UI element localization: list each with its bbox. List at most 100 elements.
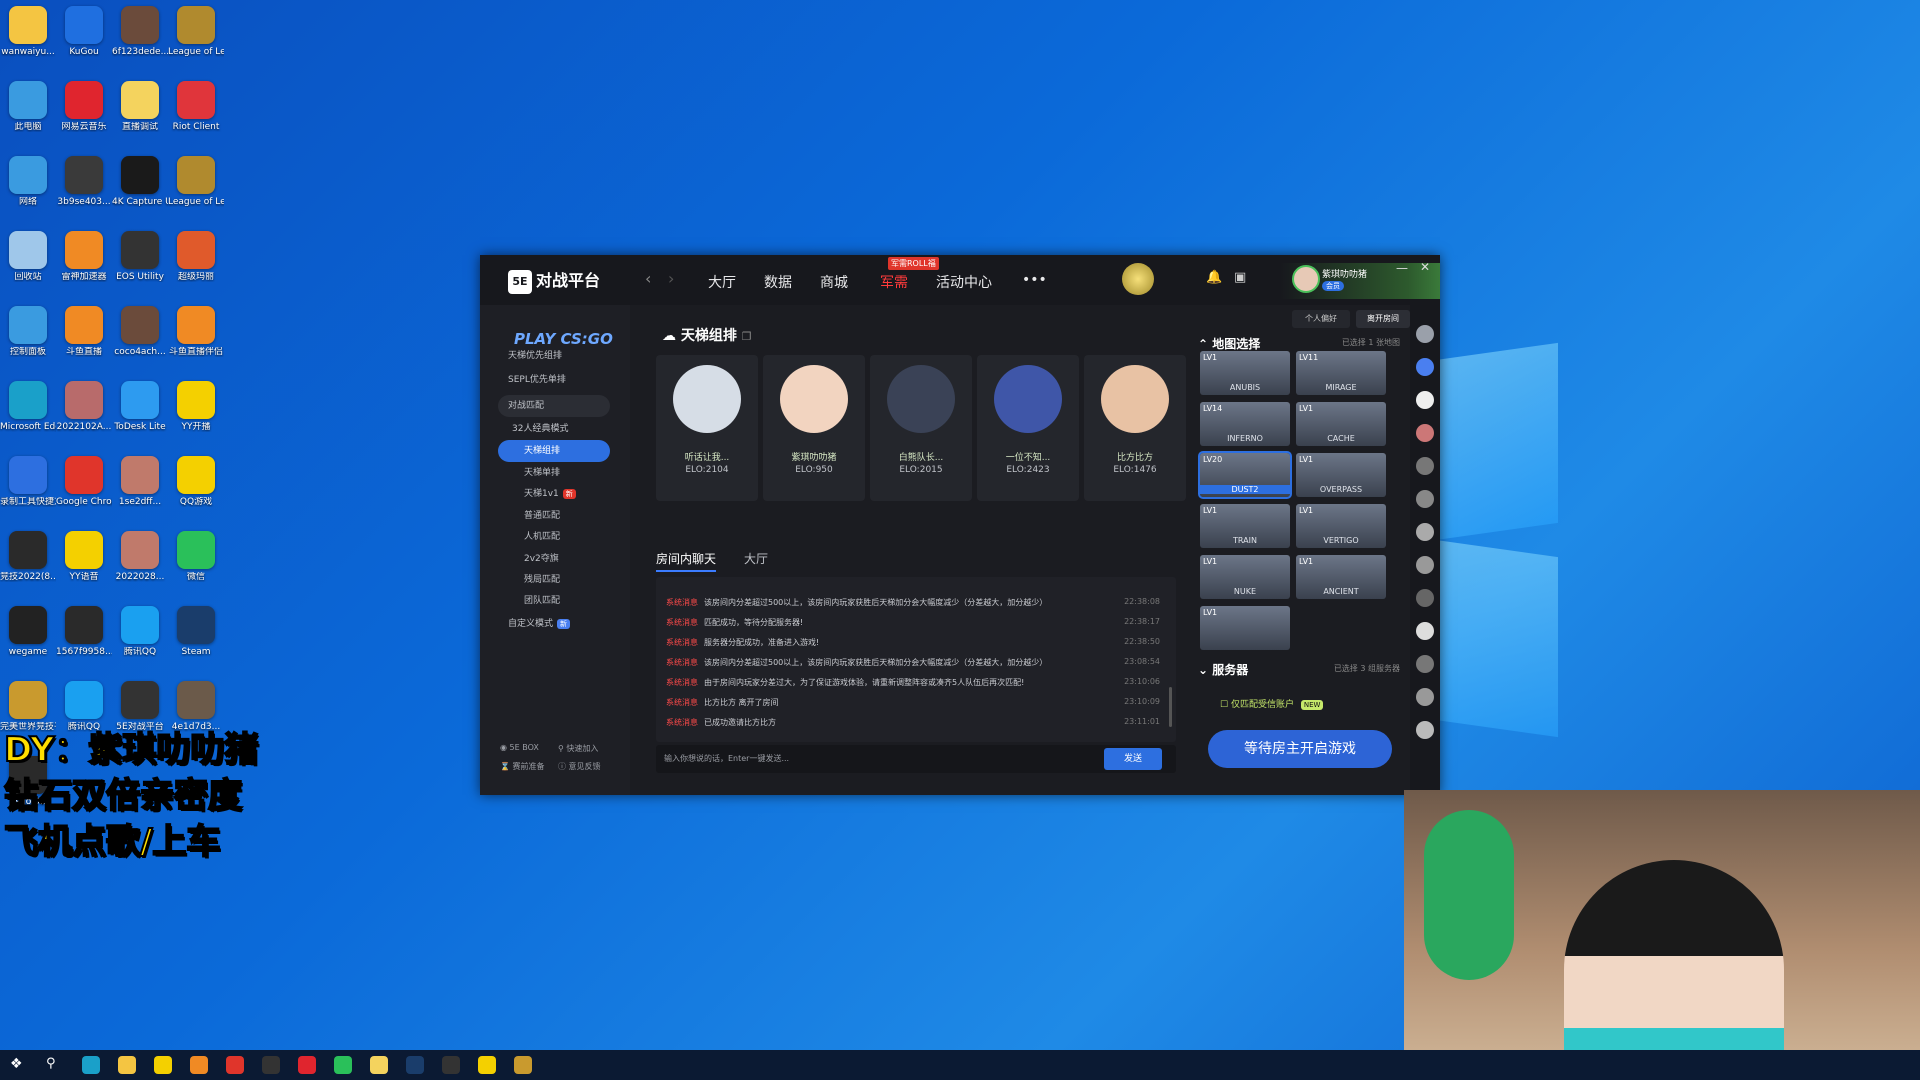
tab-lobby-chat[interactable]: 大厅	[744, 550, 768, 567]
friend-avatar[interactable]	[1416, 688, 1434, 706]
start-game-button[interactable]: 等待房主开启游戏	[1208, 730, 1392, 768]
taskbar-folder-icon[interactable]	[118, 1056, 136, 1074]
trusted-account-checkbox[interactable]: ☐ 仅匹配受信账户 NEW	[1220, 697, 1324, 710]
map-tile[interactable]: LV14 INFERNO	[1200, 402, 1290, 446]
footer-quick-join[interactable]: ⚲ 快速加入	[558, 743, 598, 754]
user-avatar[interactable]	[1292, 265, 1320, 293]
map-tile[interactable]: LV1 OVERPASS	[1296, 453, 1386, 497]
desktop-icon[interactable]: 录制工具快捷方式	[0, 456, 56, 507]
footer-feedback[interactable]: ⓘ 意见反馈	[558, 761, 601, 772]
desktop-icon[interactable]: Riot Client	[168, 81, 224, 132]
nav-lobby[interactable]: 大厅	[708, 272, 736, 292]
map-tile[interactable]: LV1 TRAIN	[1200, 504, 1290, 548]
desktop-icon[interactable]: 雷神加速器	[56, 231, 112, 282]
friend-avatar[interactable]	[1416, 655, 1434, 673]
taskbar-netease-icon[interactable]	[298, 1056, 316, 1074]
friend-avatar[interactable]	[1416, 490, 1434, 508]
sidebar-item[interactable]: 团队匹配	[498, 590, 610, 612]
copy-icon[interactable]: ❐	[742, 330, 752, 343]
sidebar-item[interactable]: 人机匹配	[498, 526, 610, 548]
desktop-icon[interactable]: 网络	[0, 156, 56, 207]
desktop-icon[interactable]: 斗鱼直播	[56, 306, 112, 357]
desktop-icon[interactable]: League of Legends...	[168, 156, 224, 207]
minimize-icon[interactable]: —	[1396, 261, 1408, 275]
sidebar-item[interactable]: 普通匹配	[498, 505, 610, 527]
desktop-icon[interactable]: Microsoft Edge	[0, 381, 56, 432]
friend-avatar[interactable]	[1416, 358, 1434, 376]
taskbar-yy2-icon[interactable]	[478, 1056, 496, 1074]
desktop-icon[interactable]: 6f123dede...	[112, 6, 168, 57]
friend-avatar[interactable]	[1416, 391, 1434, 409]
desktop-icon[interactable]: 竞技2022(8...	[0, 531, 56, 582]
close-icon[interactable]: ✕	[1420, 260, 1430, 274]
desktop-icon[interactable]: 1se2dff...	[112, 456, 168, 507]
desktop-icon[interactable]: YY语音	[56, 531, 112, 582]
friend-avatar[interactable]	[1416, 523, 1434, 541]
chat-input[interactable]: 输入你想说的话，Enter一键发送... 发送	[656, 745, 1176, 773]
leave-room-button[interactable]: 离开房间	[1356, 310, 1410, 328]
desktop-icon[interactable]: YY开播	[168, 381, 224, 432]
desktop-icon[interactable]: Google Chrome	[56, 456, 112, 507]
desktop-icon[interactable]: 1567f9958...	[56, 606, 112, 657]
footer-prep[interactable]: ⌛ 赛前准备	[500, 761, 545, 772]
desktop-icon[interactable]: 此电脑	[0, 81, 56, 132]
map-tile[interactable]: LV11 MIRAGE	[1296, 351, 1386, 395]
bell-icon[interactable]: 🔔	[1206, 270, 1222, 285]
nav-supply[interactable]: 军需	[880, 272, 908, 292]
friend-avatar[interactable]	[1416, 325, 1434, 343]
back-arrow-icon[interactable]: ‹	[645, 269, 651, 288]
friend-avatar[interactable]	[1416, 556, 1434, 574]
sidebar-item[interactable]: 自定义模式新	[498, 613, 610, 635]
map-tile[interactable]: LV1 VERTIGO	[1296, 504, 1386, 548]
friend-avatar[interactable]	[1416, 622, 1434, 640]
desktop-icon[interactable]: 斗鱼直播伴侣	[168, 306, 224, 357]
start-icon[interactable]: ❖	[10, 1056, 23, 1072]
player-card[interactable]: 一位不知... ELO:2423	[977, 355, 1079, 501]
nav-data[interactable]: 数据	[764, 272, 792, 292]
taskbar-game-icon[interactable]	[370, 1056, 388, 1074]
desktop-icon[interactable]: League of Legends...	[168, 6, 224, 57]
desktop-icon[interactable]: coco4ach...	[112, 306, 168, 357]
player-card[interactable]: 比方比方 ELO:1476	[1084, 355, 1186, 501]
desktop-icon[interactable]: KuGou	[56, 6, 112, 57]
search-icon[interactable]: ⚲	[46, 1056, 56, 1071]
nav-store[interactable]: 商城	[820, 272, 848, 292]
friend-avatar[interactable]	[1416, 589, 1434, 607]
desktop-icon[interactable]: wanwaiyu...	[0, 6, 56, 57]
desktop-icon[interactable]: 4K Capture Utility	[112, 156, 168, 207]
nav-more-icon[interactable]: •••	[1022, 272, 1047, 288]
tab-room-chat[interactable]: 房间内聊天	[656, 550, 717, 572]
desktop-icon[interactable]: wegame	[0, 606, 56, 657]
friend-avatar[interactable]	[1416, 457, 1434, 475]
desktop-icon[interactable]: 控制面板	[0, 306, 56, 357]
event-badge-icon[interactable]	[1122, 263, 1154, 295]
user-name[interactable]: 紫琪叻叻猪	[1322, 267, 1367, 280]
preference-button[interactable]: 个人偏好	[1292, 310, 1350, 328]
map-tile[interactable]: LV1 ANCIENT	[1296, 555, 1386, 599]
desktop-icon[interactable]: 2022102A...	[56, 381, 112, 432]
player-card[interactable]: 紫琪叻叻猪 ELO:950	[763, 355, 865, 501]
server-title[interactable]: ⌄ 服务器	[1198, 661, 1248, 678]
desktop-icon[interactable]: 2022028...	[112, 531, 168, 582]
sidebar-item[interactable]: 32人经典模式	[498, 418, 610, 440]
taskbar-wechat-icon[interactable]	[334, 1056, 352, 1074]
send-button[interactable]: 发送	[1104, 748, 1162, 770]
desktop-icon[interactable]: 腾讯QQ	[112, 606, 168, 657]
taskbar-douyu-icon[interactable]	[190, 1056, 208, 1074]
map-selection-title[interactable]: ⌃ 地图选择	[1198, 335, 1260, 352]
taskbar-chrome-icon[interactable]	[226, 1056, 244, 1074]
taskbar-5e-icon[interactable]	[442, 1056, 460, 1074]
desktop-icon[interactable]: Steam	[168, 606, 224, 657]
sidebar-item[interactable]: 残局匹配	[498, 569, 610, 591]
nav-activity-center[interactable]: 活动中心	[936, 272, 992, 292]
chat-scrollbar[interactable]	[1169, 687, 1172, 727]
desktop-icon[interactable]: QQ游戏	[168, 456, 224, 507]
map-tile[interactable]: LV1 CACHE	[1296, 402, 1386, 446]
footer-5ebox[interactable]: ◉ 5E BOX	[500, 743, 539, 752]
taskbar-app-icon[interactable]	[262, 1056, 280, 1074]
sidebar-item[interactable]: 天梯1v1 新	[498, 483, 610, 505]
desktop-icon[interactable]: 回收站	[0, 231, 56, 282]
desktop-icon[interactable]: 直播调试	[112, 81, 168, 132]
taskbar-perfect-icon[interactable]	[514, 1056, 532, 1074]
map-tile[interactable]: LV1	[1200, 606, 1290, 650]
